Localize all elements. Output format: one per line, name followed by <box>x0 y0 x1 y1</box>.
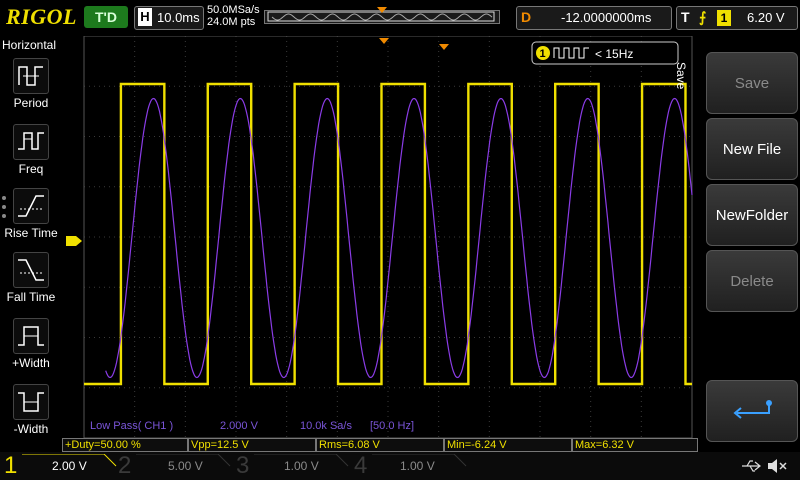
enter-icon <box>733 400 772 419</box>
save-button[interactable]: Save <box>706 52 798 114</box>
trigger-source: 1 <box>717 10 731 26</box>
negative-width-icon <box>13 384 49 420</box>
memory-timeline[interactable] <box>264 7 500 25</box>
channel-2-number: 2 <box>118 452 132 479</box>
rigol-logo: RIGOL <box>6 4 77 29</box>
right-menu-title: Save <box>674 62 688 90</box>
positive-width-label: +Width <box>12 356 50 370</box>
filter-info: Low Pass( CH1 ) 2.000 V 10.0k Sa/s [50.0… <box>90 420 414 432</box>
sample-rate: 50.0MSa/s <box>207 4 260 16</box>
rise-time-icon <box>13 188 49 224</box>
horizontal-scale-label: H <box>138 8 152 26</box>
channel-3-status[interactable]: 3 1.00 V <box>236 452 349 479</box>
rise-time-label: Rise Time <box>4 226 58 240</box>
math-lowpass-waveform <box>105 97 693 379</box>
filter-cutoff: [50.0 Hz] <box>370 420 414 432</box>
speaker-muted-icon[interactable] <box>766 457 788 475</box>
measurement-bar: +Duty=50.00 % Vpp=12.5 V Rms=6.08 V Min=… <box>62 438 698 452</box>
frequency-counter-value: < 15Hz <box>595 47 633 61</box>
trigger-level: 6.20 V <box>747 10 785 25</box>
ch1-offset-marker <box>66 236 82 246</box>
channel-status-bar: 1 2.00 V 2 5.00 V 3 1.00 V 4 1.00 V <box>0 452 800 480</box>
waveform-display[interactable]: T 1 < 15Hz Low Pass( CH1 ) 2.000 V 10.0k… <box>62 36 700 438</box>
trigger-label: T <box>681 9 690 25</box>
left-menu-title: Horizontal <box>2 38 57 52</box>
enter-button[interactable] <box>706 380 798 442</box>
delay-marker-label: T <box>440 49 446 59</box>
delete-button[interactable]: Delete <box>706 250 798 312</box>
trigger-settings[interactable]: T ⨍ 1 6.20 V <box>676 6 798 30</box>
menu-page-indicator <box>2 196 8 223</box>
negative-width-label: -Width <box>13 422 49 436</box>
channel-2-scale: 5.00 V <box>168 459 203 473</box>
fall-time-label: Fall Time <box>6 290 56 304</box>
channel-1-status[interactable]: 1 2.00 V <box>4 452 117 479</box>
measurement-duty[interactable]: +Duty=50.00 % <box>62 438 188 452</box>
frequency-icon <box>13 124 49 160</box>
filter-scale: 2.000 V <box>220 420 259 432</box>
acquisition-info: 50.0MSa/s 24.0M pts <box>207 4 260 28</box>
horizontal-scale-value: 10.0ms <box>157 10 200 25</box>
filter-name: Low Pass( CH1 ) <box>90 420 173 432</box>
frequency-counter[interactable]: 1 < 15Hz <box>531 41 679 65</box>
trigger-status[interactable]: T'D <box>84 6 128 28</box>
positive-width-icon <box>13 318 49 354</box>
left-menu: Horizontal Period Freq Rise Time Fall Ti… <box>0 36 62 456</box>
channel-4-scale: 1.00 V <box>400 459 435 473</box>
measurement-max[interactable]: Max=6.32 V <box>572 438 698 452</box>
channel-1-number: 1 <box>4 452 18 479</box>
freq-button[interactable]: Freq <box>0 124 62 176</box>
right-menu: Save New File NewFolder Delete <box>700 36 800 452</box>
negative-width-button[interactable]: -Width <box>0 384 62 436</box>
channel-4-number: 4 <box>354 452 368 479</box>
horizontal-delay[interactable]: D -12.0000000ms <box>516 6 672 30</box>
new-folder-button[interactable]: NewFolder <box>706 184 798 246</box>
filter-sample-rate: 10.0k Sa/s <box>300 420 352 432</box>
period-label: Period <box>13 96 49 110</box>
fall-time-button[interactable]: Fall Time <box>0 252 62 304</box>
channel-3-number: 3 <box>236 452 250 479</box>
delay-value: -12.0000000ms <box>561 10 652 25</box>
frequency-counter-channel: 1 <box>540 48 546 60</box>
rising-edge-icon: ⨍ <box>699 9 707 25</box>
new-file-button[interactable]: New File <box>706 118 798 180</box>
period-button[interactable]: Period <box>0 58 62 110</box>
memory-depth: 24.0M pts <box>207 16 256 28</box>
measurement-vpp[interactable]: Vpp=12.5 V <box>188 438 316 452</box>
horizontal-scale[interactable]: H 10.0ms <box>134 6 204 30</box>
period-icon <box>13 58 49 94</box>
channel-2-status[interactable]: 2 5.00 V <box>118 452 231 479</box>
positive-width-button[interactable]: +Width <box>0 318 62 370</box>
fall-time-icon <box>13 252 49 288</box>
channel-3-scale: 1.00 V <box>284 459 319 473</box>
measurement-rms[interactable]: Rms=6.08 V <box>316 438 444 452</box>
channel-1-scale: 2.00 V <box>52 459 87 473</box>
measurement-min[interactable]: Min=-6.24 V <box>444 438 572 452</box>
delay-label: D <box>521 9 532 25</box>
usb-icon <box>742 460 761 472</box>
channel-4-status[interactable]: 4 1.00 V <box>354 452 467 479</box>
rise-time-button[interactable]: Rise Time <box>0 188 62 240</box>
freq-label: Freq <box>18 162 44 176</box>
